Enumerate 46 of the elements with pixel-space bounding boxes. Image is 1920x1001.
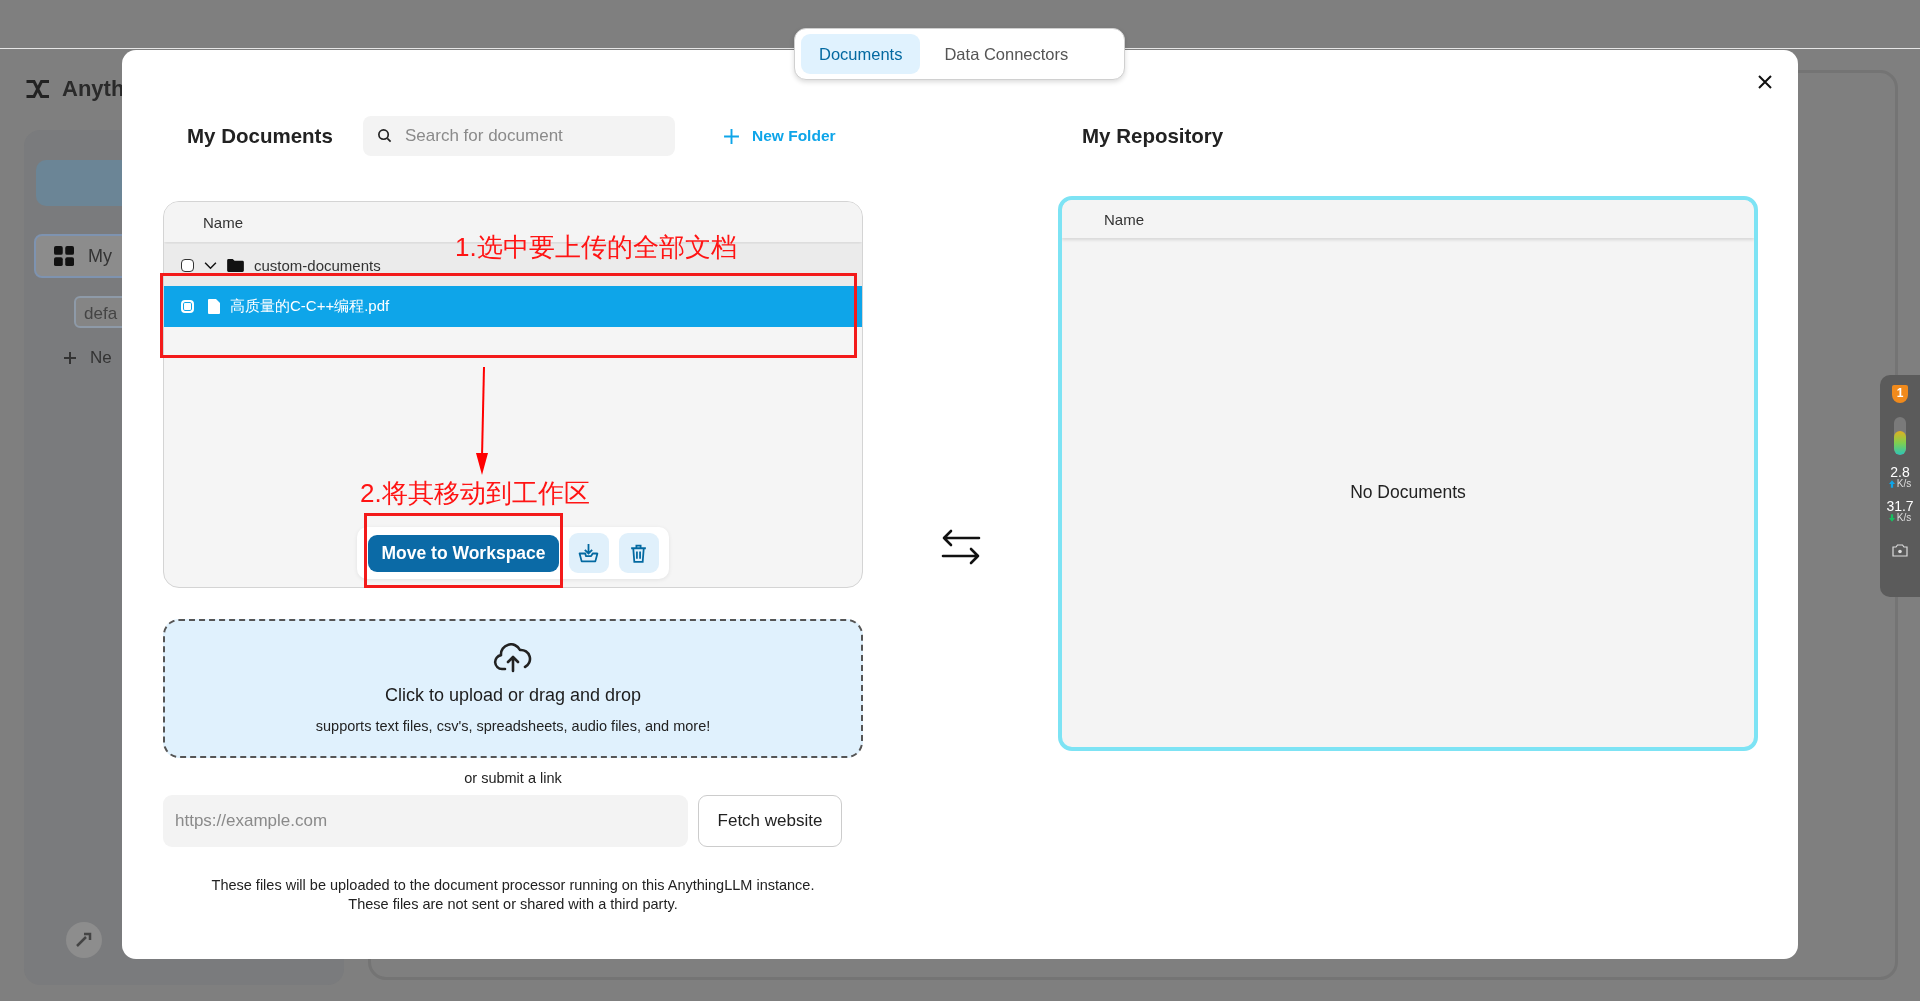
file-row[interactable]: 高质量的C-C++编程.pdf (164, 286, 862, 327)
new-thread-link[interactable]: Ne (90, 348, 112, 368)
tray-download-icon (578, 542, 599, 564)
trash-icon (628, 542, 649, 564)
tab[interactable]: Documents (801, 34, 921, 74)
close-icon[interactable] (1757, 74, 1773, 90)
tab[interactable]: Data Connectors (926, 34, 1087, 74)
download-button[interactable] (568, 533, 609, 573)
checkbox[interactable] (181, 258, 194, 272)
empty-message: No Documents (1350, 482, 1466, 503)
url-field[interactable]: https://example.com (163, 795, 688, 847)
section-title: My Repository (1082, 124, 1224, 148)
column-header: Name (203, 213, 243, 231)
upload-arrow-icon (1888, 480, 1895, 488)
annotation-text: 2.将其移动到工作区 (360, 477, 590, 510)
camera-icon[interactable] (1892, 543, 1908, 557)
search-icon (377, 128, 392, 143)
upload-title: Click to upload or drag and drop (384, 685, 642, 706)
speed-value: 31.7 (1886, 499, 1914, 513)
chevron-icon[interactable] (204, 260, 217, 270)
notice-text: These files will be uploaded to the document processor running on this AnythingLLM instance. (211, 877, 815, 893)
swap-arrows-icon[interactable] (940, 528, 981, 566)
section-title: My Documents (187, 124, 334, 148)
speed-unit: K/s (1896, 513, 1912, 523)
file-name: custom-documents (254, 256, 381, 274)
file-icon (208, 299, 220, 314)
logo-text: Anyth (62, 76, 125, 102)
fetch-website-button[interactable]: Fetch website (698, 795, 842, 847)
upload-dropzone[interactable]: Click to upload or drag and drop supports text files, csv's, spreadsheets, audio files, and more! (163, 619, 863, 758)
link-label: or submit a link (464, 770, 562, 786)
move-to-workspace-button[interactable]: Move to Workspace (368, 534, 559, 572)
file-name: 高质量的C-C++编程.pdf (230, 297, 390, 316)
workspace-label: My (88, 245, 112, 267)
new-folder-button[interactable]: New Folder (723, 127, 836, 145)
speed-value: 2.8 (1890, 465, 1910, 479)
folder-icon (227, 258, 244, 272)
speed-unit: K/s (1896, 479, 1912, 489)
delete-button[interactable] (618, 533, 659, 573)
grid-icon (54, 246, 74, 266)
plus-icon (723, 127, 740, 145)
upload-hint: supports text files, csv's, spreadsheets, audio files, and more! (315, 718, 711, 734)
cloud-upload-icon (493, 643, 533, 673)
notice-text: These files are not sent or shared with a third party. (348, 896, 678, 912)
download-arrow-icon (1888, 514, 1895, 522)
search-field[interactable]: Search for document (363, 116, 675, 156)
column-header: Name (1104, 210, 1144, 228)
